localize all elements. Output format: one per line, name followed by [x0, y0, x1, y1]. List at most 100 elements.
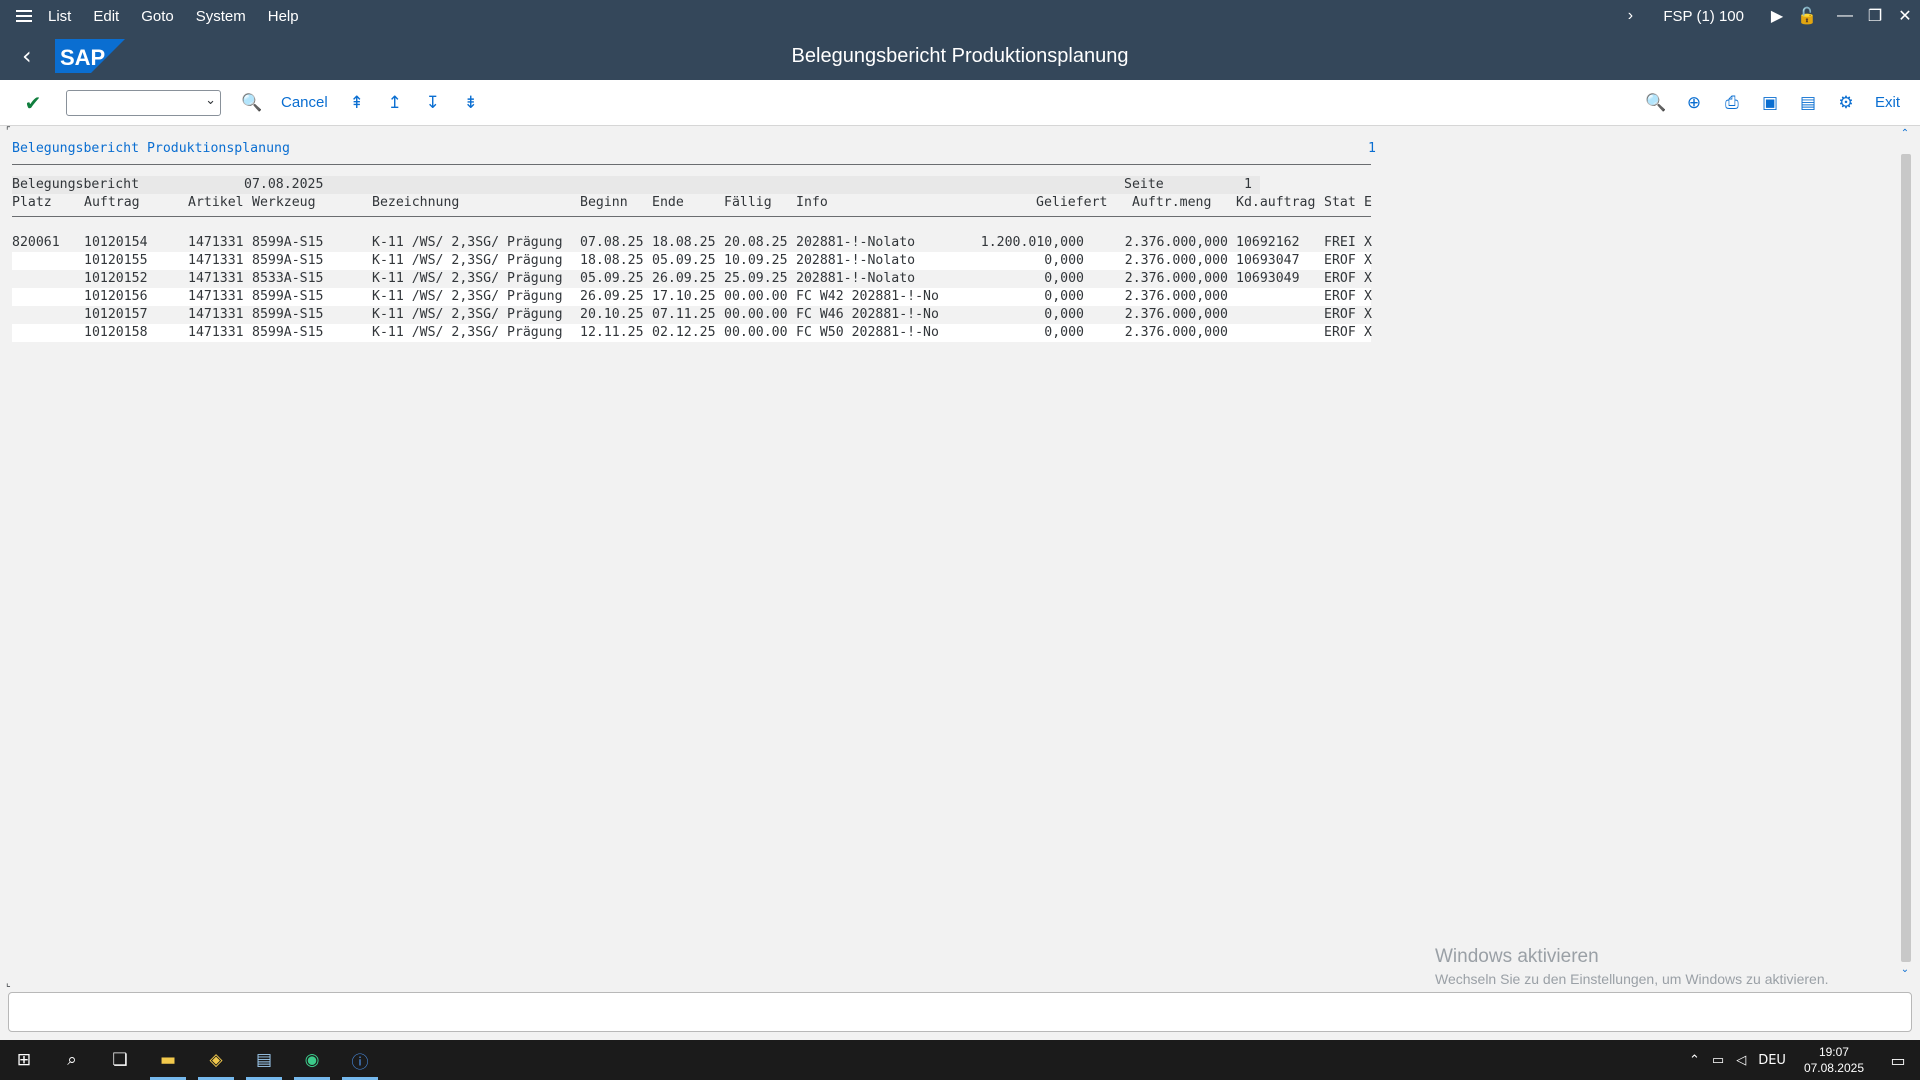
cell-bezeichnung: K-11 /WS/ 2,3SG/ Prägung: [372, 253, 563, 268]
cell-beginn: 20.10.25: [580, 307, 644, 322]
cell-auftr-meng: 2.376.000,000: [1124, 325, 1228, 340]
notepad-icon[interactable]: ▤: [240, 1040, 288, 1080]
cell-geliefert: 0,000: [1044, 325, 1084, 340]
search-next-icon[interactable]: ⊕: [1675, 87, 1713, 119]
watermark-subtitle: Wechseln Sie zu den Einstellungen, um Wi…: [1435, 971, 1829, 987]
title-bar: ‹ SAP Belegungsbericht Produktionsplanun…: [0, 32, 1920, 80]
table-row[interactable]: 10120152 1471331 8533A-S15 K-11 /WS/ 2,3SG/…: [12, 270, 1382, 288]
menu-item-goto[interactable]: Goto: [141, 8, 174, 25]
menu-bar: List Edit Goto System Help › FSP (1) 100…: [0, 0, 1920, 32]
cell-bezeichnung: K-11 /WS/ 2,3SG/ Prägung: [372, 289, 563, 304]
windows-activation-watermark: Windows aktivieren Wechseln Sie zu den E…: [1435, 946, 1829, 987]
table-row[interactable]: 10120157 1471331 8599A-S15 K-11 /WS/ 2,3SG/…: [12, 306, 1382, 324]
chevron-down-icon[interactable]: ⌄: [205, 93, 216, 108]
search-icon[interactable]: 🔍: [1637, 87, 1675, 119]
edge-browser-icon[interactable]: ◉: [288, 1040, 336, 1080]
cell-faellig: 10.09.25: [724, 253, 788, 268]
cell-auftrag: 10120157: [84, 307, 148, 322]
hamburger-menu-icon[interactable]: [0, 0, 48, 32]
sap-logon-icon[interactable]: ◈: [192, 1040, 240, 1080]
table-row[interactable]: 10120155 1471331 8599A-S15 K-11 /WS/ 2,3SG/…: [12, 252, 1382, 270]
cell-werkzeug: 8599A-S15: [252, 253, 324, 268]
enter-check-icon[interactable]: ✔: [0, 87, 66, 119]
cancel-button[interactable]: Cancel: [271, 87, 338, 119]
window-icon[interactable]: ▣: [1751, 87, 1789, 119]
col-beginn: Beginn: [580, 195, 628, 210]
col-auftr-meng: Auftr.meng: [1132, 195, 1212, 210]
cell-e: X: [1364, 289, 1372, 304]
cell-ende: 05.09.25: [652, 253, 716, 268]
first-page-icon[interactable]: ⇞: [338, 87, 376, 119]
notification-icon[interactable]: ▭: [1876, 1051, 1920, 1070]
print-icon[interactable]: ⎙: [1713, 87, 1751, 119]
table-row[interactable]: 10120156 1471331 8599A-S15 K-11 /WS/ 2,3SG/…: [12, 288, 1382, 306]
volume-icon[interactable]: ◁: [1736, 1053, 1746, 1068]
col-auftrag: Auftrag: [84, 195, 140, 210]
windows-start-icon[interactable]: ⊞: [0, 1040, 48, 1080]
divider: [12, 164, 1371, 165]
cell-faellig: 20.08.25: [724, 235, 788, 250]
menu-item-system[interactable]: System: [196, 8, 246, 25]
scroll-up-icon[interactable]: ⌃: [1898, 128, 1912, 139]
network-icon[interactable]: ▭: [1712, 1053, 1724, 1068]
app-icon[interactable]: ⓘ: [336, 1040, 384, 1080]
col-kd-auftrag: Kd.auftrag: [1236, 195, 1316, 210]
clock[interactable]: 19:07 07.08.2025: [1804, 1044, 1864, 1076]
language-indicator[interactable]: DEU: [1758, 1053, 1786, 1068]
cell-info: FC W50 202881-!-No: [796, 325, 939, 340]
minimize-icon[interactable]: —: [1830, 0, 1860, 32]
report-page-number: 1: [1368, 141, 1376, 156]
scroll-down-icon[interactable]: ⌄: [1898, 964, 1912, 975]
chevron-right-icon[interactable]: ›: [1615, 0, 1645, 32]
cell-bezeichnung: K-11 /WS/ 2,3SG/ Prägung: [372, 325, 563, 340]
last-page-icon[interactable]: ⇟: [452, 87, 490, 119]
divider: [12, 216, 1371, 217]
layout-icon[interactable]: ▤: [1789, 87, 1827, 119]
scrollbar-thumb[interactable]: [1901, 154, 1911, 962]
restore-icon[interactable]: ❐: [1860, 0, 1890, 32]
cell-ende: 02.12.25: [652, 325, 716, 340]
report-title-line: Belegungsbericht Produktionsplanung 1: [12, 140, 1376, 158]
exit-button[interactable]: Exit: [1865, 87, 1910, 119]
search-icon[interactable]: ⌕: [48, 1040, 96, 1080]
cell-bezeichnung: K-11 /WS/ 2,3SG/ Prägung: [372, 271, 563, 286]
table-row[interactable]: 10120158 1471331 8599A-S15 K-11 /WS/ 2,3SG/…: [12, 324, 1382, 342]
col-artikel: Artikel: [188, 195, 244, 210]
next-page-icon[interactable]: ↧: [414, 87, 452, 119]
cell-platz: 820061: [12, 235, 60, 250]
cell-bezeichnung: K-11 /WS/ 2,3SG/ Prägung: [372, 235, 563, 250]
menu-item-edit[interactable]: Edit: [93, 8, 119, 25]
cell-stat: EROF: [1324, 325, 1356, 340]
cell-info: 202881-!-Nolato: [796, 253, 916, 268]
cell-auftr-meng: 2.376.000,000: [1124, 271, 1228, 286]
unlock-icon[interactable]: 🔓: [1792, 0, 1822, 32]
cell-werkzeug: 8599A-S15: [252, 307, 324, 322]
system-info[interactable]: FSP (1) 100: [1663, 8, 1744, 25]
cell-bezeichnung: K-11 /WS/ 2,3SG/ Prägung: [372, 307, 563, 322]
cell-e: X: [1364, 235, 1372, 250]
menu-item-list[interactable]: List: [48, 8, 71, 25]
settings-icon[interactable]: ⚙: [1827, 87, 1865, 119]
clock-date: 07.08.2025: [1803, 1061, 1864, 1075]
cell-beginn: 18.08.25: [580, 253, 644, 268]
cell-kd-auftrag: 10692162: [1236, 235, 1300, 250]
command-field[interactable]: ⌄: [66, 89, 221, 116]
previous-page-icon[interactable]: ↥: [376, 87, 414, 119]
cell-stat: EROF: [1324, 253, 1356, 268]
close-icon[interactable]: ✕: [1890, 0, 1920, 32]
task-view-icon[interactable]: ❏: [96, 1040, 144, 1080]
col-ende: Ende: [652, 195, 684, 210]
cell-info: 202881-!-Nolato: [796, 271, 916, 286]
play-icon[interactable]: ▶: [1762, 0, 1792, 32]
col-faellig: Fällig: [724, 195, 772, 210]
chevron-up-icon[interactable]: ⌃: [1689, 1053, 1700, 1068]
cell-ende: 26.09.25: [652, 271, 716, 286]
col-platz: Platz: [12, 195, 52, 210]
find-icon[interactable]: 🔍: [233, 87, 271, 119]
vertical-scrollbar[interactable]: ⌃ ⌄: [1898, 128, 1912, 988]
file-explorer-icon[interactable]: ▬: [144, 1040, 192, 1080]
corner-mark-top-left: ⌜: [6, 126, 11, 137]
table-row[interactable]: 820061 10120154 1471331 8599A-S15 K-11 /WS/ …: [12, 234, 1382, 252]
cell-geliefert: 0,000: [1044, 289, 1084, 304]
menu-item-help[interactable]: Help: [268, 8, 299, 25]
